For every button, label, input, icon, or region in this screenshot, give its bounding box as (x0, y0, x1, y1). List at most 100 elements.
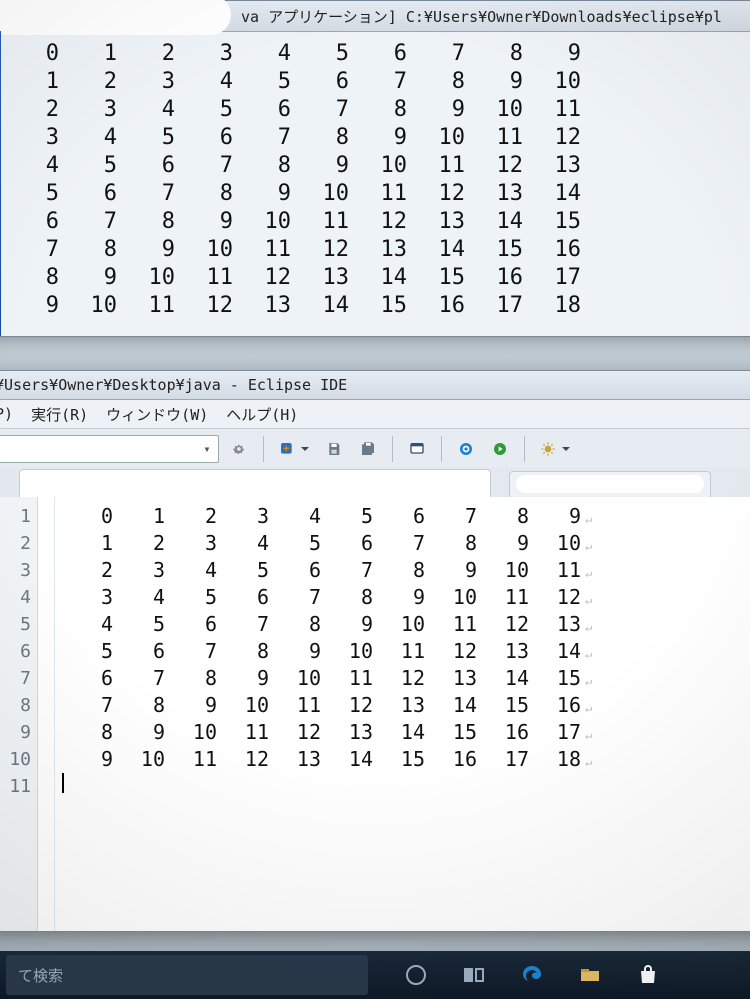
console-cell: 0 (1, 40, 59, 68)
toolbar-separator (263, 436, 264, 462)
editor-cell: 13 (425, 665, 477, 692)
editor-line: 891011121314151617↵ (61, 719, 750, 746)
edge-icon[interactable] (504, 951, 560, 999)
run-icon[interactable] (486, 436, 514, 462)
editor-line: 78910111213141516↵ (61, 692, 750, 719)
console-cell: 12 (291, 236, 349, 264)
editor-line: 6789101112131415↵ (61, 665, 750, 692)
console-cell: 10 (291, 180, 349, 208)
task-view-icon[interactable] (446, 951, 502, 999)
editor-cell: 9 (321, 611, 373, 638)
eclipse-menubar: P) 実行(R) ウィンドウ(W) ヘルプ(H) (0, 400, 750, 429)
editor-cell: 6 (61, 665, 113, 692)
file-explorer-icon[interactable] (562, 951, 618, 999)
line-number-gutter: 1234567891011 (0, 497, 38, 931)
editor-cell: 6 (165, 611, 217, 638)
console-cell: 14 (407, 236, 465, 264)
text-editor[interactable]: 1234567891011 0123456789↵12345678910↵234… (0, 497, 750, 931)
launch-config-combo[interactable]: ▾ (0, 435, 219, 463)
console-cell: 18 (523, 292, 581, 320)
save-icon[interactable] (320, 436, 348, 462)
editor-cell: 12 (425, 638, 477, 665)
editor-cell: 6 (113, 638, 165, 665)
editor-cell: 8 (373, 557, 425, 584)
line-number: 3 (0, 557, 31, 584)
console-cell: 10 (407, 124, 465, 152)
console-cell: 16 (523, 236, 581, 264)
line-number: 2 (0, 530, 31, 557)
editor-cell: 15 (425, 719, 477, 746)
save-all-icon[interactable] (354, 436, 382, 462)
menu-item-window[interactable]: ウィンドウ(W) (106, 404, 208, 425)
editor-tab-active[interactable] (19, 469, 491, 498)
editor-cell: 16 (477, 719, 529, 746)
console-cell: 11 (233, 236, 291, 264)
toolbar-separator (441, 436, 442, 462)
editor-cell: 11 (425, 611, 477, 638)
editor-tab-inactive[interactable] (509, 471, 711, 498)
menu-item-help[interactable]: ヘルプ(H) (226, 404, 298, 425)
editor-cell: 5 (269, 530, 321, 557)
crlf-mark: ↵ (585, 506, 592, 533)
gear-icon[interactable] (225, 436, 253, 462)
console-cell: 11 (465, 124, 523, 152)
editor-cell: 17 (529, 719, 581, 746)
console-cell: 5 (117, 124, 175, 152)
console-row: 3456789101112 (1, 124, 750, 152)
editor-cell: 13 (477, 638, 529, 665)
editor-cell: 4 (269, 503, 321, 530)
editor-cell: 0 (61, 503, 113, 530)
editor-cell: 2 (113, 530, 165, 557)
editor-content[interactable]: 0123456789↵12345678910↵234567891011↵3456… (55, 497, 750, 931)
editor-cell: 9 (61, 746, 113, 773)
fold-gutter[interactable] (38, 497, 55, 931)
console-output[interactable]: 0123456789123456789102345678910113456789… (0, 32, 750, 328)
editor-cell: 10 (217, 692, 269, 719)
menu-item-run[interactable]: 実行(R) (31, 404, 88, 425)
cortana-icon[interactable] (388, 951, 444, 999)
editor-cell: 11 (321, 665, 373, 692)
editor-cell: 5 (113, 611, 165, 638)
taskbar-icons (388, 951, 676, 999)
debug-icon[interactable] (535, 436, 575, 462)
editor-cell: 12 (321, 692, 373, 719)
terminal-icon[interactable] (403, 436, 431, 462)
windows-taskbar: て検索 (0, 951, 750, 999)
editor-cell: 12 (217, 746, 269, 773)
editor-cell: 10 (113, 746, 165, 773)
editor-cell: 7 (425, 503, 477, 530)
editor-cell: 8 (425, 530, 477, 557)
console-cell: 4 (1, 152, 59, 180)
editor-cell: 14 (321, 746, 373, 773)
new-button[interactable] (274, 436, 314, 462)
console-cell: 9 (117, 236, 175, 264)
console-cell: 9 (175, 208, 233, 236)
taskbar-search-box[interactable]: て検索 (6, 955, 368, 995)
editor-cell: 8 (269, 611, 321, 638)
editor-cell: 12 (477, 611, 529, 638)
store-icon[interactable] (620, 951, 676, 999)
editor-cell: 1 (61, 530, 113, 557)
settings-round-icon[interactable] (452, 436, 480, 462)
editor-cell: 9 (113, 719, 165, 746)
console-titlebar[interactable]: va アプリケーション] C:¥Users¥Owner¥Downloads¥ec… (0, 1, 750, 32)
console-cell: 10 (523, 68, 581, 96)
eclipse-titlebar[interactable]: ¥Users¥Owner¥Desktop¥java - Eclipse IDE (0, 371, 750, 400)
console-cell: 13 (407, 208, 465, 236)
crlf-mark: ↵ (585, 533, 592, 560)
console-cell: 10 (233, 208, 291, 236)
editor-line: 0123456789↵ (61, 503, 750, 530)
console-cell: 6 (59, 180, 117, 208)
console-cell: 11 (523, 96, 581, 124)
editor-cell: 7 (165, 638, 217, 665)
editor-cell: 9 (165, 692, 217, 719)
editor-cell: 11 (529, 557, 581, 584)
editor-cell: 15 (477, 692, 529, 719)
console-cell: 15 (407, 264, 465, 292)
editor-cell: 9 (477, 530, 529, 557)
console-cell: 12 (175, 292, 233, 320)
console-cell: 16 (407, 292, 465, 320)
menu-item-p[interactable]: P) (0, 405, 13, 423)
console-cell: 13 (349, 236, 407, 264)
console-cell: 5 (59, 152, 117, 180)
